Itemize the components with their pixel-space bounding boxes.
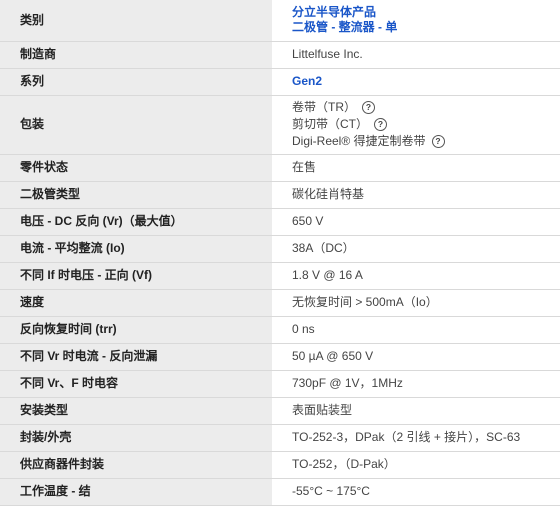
table-row: 电流 - 平均整流 (Io) 38A（DC） (0, 235, 560, 263)
attribute-value-forward-voltage: 1.8 V @ 16 A (272, 262, 560, 290)
question-circle-icon[interactable]: ? (374, 118, 387, 131)
table-row: 不同 Vr、F 时电容 730pF @ 1V，1MHz (0, 370, 560, 398)
table-row: 反向恢复时间 (trr) 0 ns (0, 316, 560, 344)
attribute-value-category: 分立半导体产品 二极管 - 整流器 - 单 (272, 0, 560, 42)
series-link[interactable]: Gen2 (292, 74, 322, 88)
table-row: 二极管类型 碳化硅肖特基 (0, 181, 560, 209)
attribute-label-supplier-package: 供应商器件封装 (0, 451, 272, 479)
packaging-option-label: 卷带（TR） (292, 100, 356, 114)
packaging-option-ct: 剪切带（CT） ? (292, 116, 560, 133)
attribute-label-diode-type: 二极管类型 (0, 181, 272, 209)
attribute-label-operating-temperature: 工作温度 - 结 (0, 478, 272, 506)
attribute-value-package-case: TO-252-3，DPak（2 引线 + 接片），SC-63 (272, 424, 560, 452)
attribute-value-packaging: 卷带（TR） ? 剪切带（CT） ? Digi-Reel® 得捷定制卷带 ? (272, 95, 560, 155)
table-row: 速度 无恢复时间 > 500mA（Io） (0, 289, 560, 317)
attribute-value-recovery-time: 0 ns (272, 316, 560, 344)
attribute-value-manufacturer: Littelfuse Inc. (272, 41, 560, 69)
packaging-option-digireel: Digi-Reel® 得捷定制卷带 ? (292, 133, 560, 150)
product-attributes-table: 类别 分立半导体产品 二极管 - 整流器 - 单 制造商 Littelfuse … (0, 0, 560, 506)
attribute-value-speed: 无恢复时间 > 500mA（Io） (272, 289, 560, 317)
attribute-label-reverse-voltage: 电压 - DC 反向 (Vr)（最大值） (0, 208, 272, 236)
attribute-label-capacitance: 不同 Vr、F 时电容 (0, 370, 272, 398)
subcategory-link[interactable]: 二极管 - 整流器 - 单 (292, 20, 397, 34)
packaging-option-label: Digi-Reel® 得捷定制卷带 (292, 134, 426, 148)
question-circle-icon[interactable]: ? (362, 101, 375, 114)
table-row: 安装类型 表面贴装型 (0, 397, 560, 425)
table-row: 包装 卷带（TR） ? 剪切带（CT） ? Digi-Reel® 得捷定制卷带 … (0, 95, 560, 155)
attribute-label-packaging: 包装 (0, 95, 272, 155)
packaging-option-tr: 卷带（TR） ? (292, 99, 560, 116)
attribute-value-mounting-type: 表面贴装型 (272, 397, 560, 425)
attribute-label-manufacturer: 制造商 (0, 41, 272, 69)
table-row: 供应商器件封装 TO-252，（D-Pak） (0, 451, 560, 479)
attribute-label-leakage-current: 不同 Vr 时电流 - 反向泄漏 (0, 343, 272, 371)
table-row: 制造商 Littelfuse Inc. (0, 41, 560, 69)
attribute-value-capacitance: 730pF @ 1V，1MHz (272, 370, 560, 398)
attribute-label-recovery-time: 反向恢复时间 (trr) (0, 316, 272, 344)
category-link[interactable]: 分立半导体产品 (292, 5, 376, 19)
attribute-label-package-case: 封装/外壳 (0, 424, 272, 452)
attribute-value-rectified-current: 38A（DC） (272, 235, 560, 263)
attribute-label-rectified-current: 电流 - 平均整流 (Io) (0, 235, 272, 263)
attribute-value-diode-type: 碳化硅肖特基 (272, 181, 560, 209)
attribute-label-forward-voltage: 不同 If 时电压 - 正向 (Vf) (0, 262, 272, 290)
attribute-value-leakage-current: 50 µA @ 650 V (272, 343, 560, 371)
question-circle-icon[interactable]: ? (431, 135, 445, 148)
table-row: 不同 If 时电压 - 正向 (Vf) 1.8 V @ 16 A (0, 262, 560, 290)
attribute-label-part-status: 零件状态 (0, 154, 272, 182)
attribute-value-part-status: 在售 (272, 154, 560, 182)
attribute-value-operating-temperature: -55°C ~ 175°C (272, 478, 560, 506)
table-row: 类别 分立半导体产品 二极管 - 整流器 - 单 (0, 0, 560, 42)
table-row: 不同 Vr 时电流 - 反向泄漏 50 µA @ 650 V (0, 343, 560, 371)
table-row: 封装/外壳 TO-252-3，DPak（2 引线 + 接片），SC-63 (0, 424, 560, 452)
attribute-label-mounting-type: 安装类型 (0, 397, 272, 425)
table-row: 工作温度 - 结 -55°C ~ 175°C (0, 478, 560, 506)
attribute-label-category: 类别 (0, 0, 272, 42)
table-row: 系列 Gen2 (0, 68, 560, 96)
attribute-label-speed: 速度 (0, 289, 272, 317)
attribute-value-reverse-voltage: 650 V (272, 208, 560, 236)
attribute-value-series: Gen2 (272, 68, 560, 96)
packaging-option-label: 剪切带（CT） (292, 117, 368, 131)
attribute-label-series: 系列 (0, 68, 272, 96)
table-row: 电压 - DC 反向 (Vr)（最大值） 650 V (0, 208, 560, 236)
attribute-value-supplier-package: TO-252，（D-Pak） (272, 451, 560, 479)
table-row: 零件状态 在售 (0, 154, 560, 182)
